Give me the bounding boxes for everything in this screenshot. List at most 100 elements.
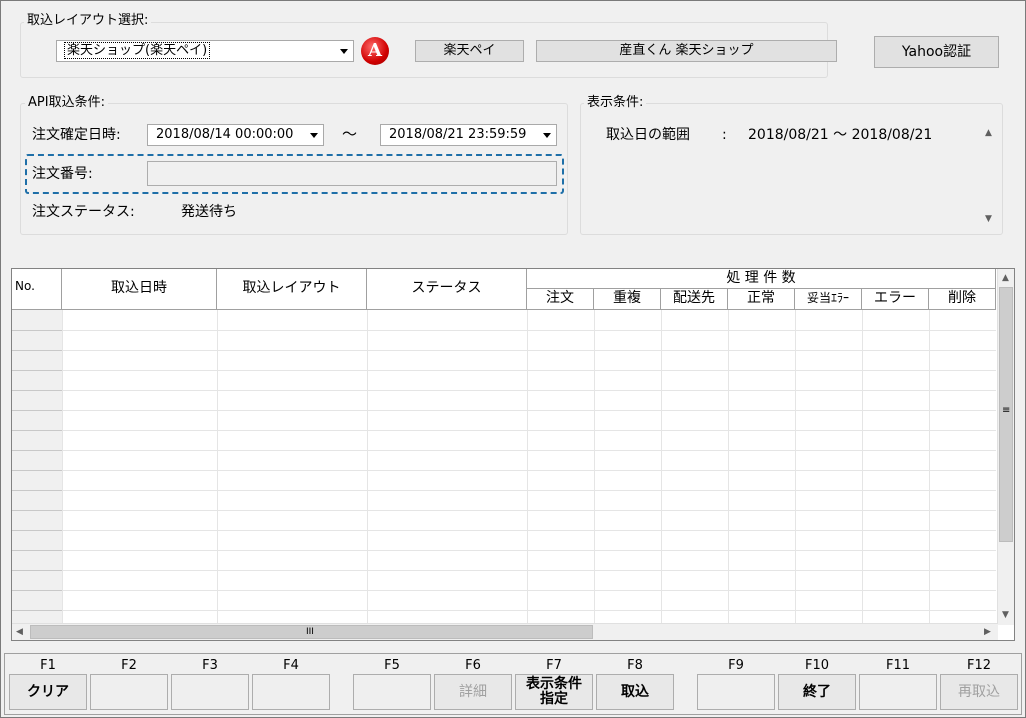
col-header-layout[interactable]: 取込レイアウト: [217, 269, 367, 310]
yahoo-auth-button[interactable]: Yahoo認証: [874, 36, 999, 68]
table-row: [12, 490, 996, 491]
col-header-delete-label: 削除: [948, 290, 976, 306]
fkey-label-f10: F10: [804, 658, 830, 673]
table-row: [12, 350, 996, 351]
row-header-line: [12, 330, 62, 331]
fkey-button-f3[interactable]: [171, 674, 249, 710]
chevron-down-icon[interactable]: [340, 49, 348, 54]
date-to-value: 2018/08/21 23:59:59: [389, 127, 527, 142]
fkey-button-f10[interactable]: 終了: [778, 674, 856, 710]
row-header-line: [12, 430, 62, 431]
fkey-button-f8[interactable]: 取込: [596, 674, 674, 710]
import-range-value: 2018/08/21 〜 2018/08/21: [748, 127, 933, 143]
scroll-up-icon[interactable]: ▲: [985, 128, 992, 138]
col-header-destination-label: 配送先: [673, 290, 715, 306]
vertical-scroll-thumb[interactable]: ≡: [999, 287, 1013, 542]
row-header-line: [12, 470, 62, 471]
grid-column-line: [929, 310, 930, 625]
order-status-value: 発送待ち: [181, 204, 237, 220]
shop-button[interactable]: 産直くん 楽天ショップ: [536, 40, 837, 62]
row-header-line: [12, 570, 62, 571]
fkey-button-f9[interactable]: [697, 674, 775, 710]
fkey-label-f3: F3: [202, 658, 218, 673]
scroll-right-icon[interactable]: ▶: [984, 627, 991, 637]
col-header-error-label: エラー: [874, 290, 916, 306]
date-from-value: 2018/08/14 00:00:00: [156, 127, 294, 142]
fkey-label-f8: F8: [627, 658, 643, 673]
fkey-button-f7[interactable]: 表示条件 指定: [515, 674, 593, 710]
date-to-combo[interactable]: 2018/08/21 23:59:59: [380, 124, 557, 146]
fkey-button-f5[interactable]: [353, 674, 431, 710]
row-header-line: [12, 390, 62, 391]
scroll-up-icon[interactable]: ▲: [1002, 273, 1009, 283]
col-header-process-count-label: 処 理 件 数: [726, 270, 796, 286]
import-history-grid[interactable]: No. 取込日時 取込レイアウト ステータス 処 理 件 数 注文 重複 配送先…: [11, 268, 1015, 641]
table-row: [12, 370, 996, 371]
chevron-down-icon[interactable]: [310, 133, 318, 138]
grid-horizontal-scrollbar[interactable]: ◀ III ▶: [12, 623, 998, 640]
chevron-down-icon[interactable]: [543, 133, 551, 138]
table-row: [12, 450, 996, 451]
col-header-no-label: No.: [15, 279, 35, 293]
fkey-label-f1: F1: [40, 658, 56, 673]
col-header-validity-error[interactable]: 妥当ｴﾗｰ: [795, 289, 862, 310]
layout-select-label: 取込レイアウト選択:: [24, 13, 152, 29]
table-row: [12, 390, 996, 391]
layout-select-value: 楽天ショップ(楽天ペイ): [63, 42, 211, 59]
fkey-button-label: 表示条件 指定: [526, 676, 582, 707]
order-no-input[interactable]: [147, 161, 557, 186]
grid-vertical-scrollbar[interactable]: ▲ ≡ ▼: [997, 269, 1014, 625]
fkey-button-f4[interactable]: [252, 674, 330, 710]
rakuten-pay-button[interactable]: 楽天ペイ: [415, 40, 524, 62]
row-header-line: [12, 550, 62, 551]
grid-column-line: [367, 310, 368, 625]
col-header-order[interactable]: 注文: [527, 289, 594, 310]
fkey-label-f6: F6: [465, 658, 481, 673]
col-header-delete[interactable]: 削除: [929, 289, 996, 310]
layout-select-combo[interactable]: 楽天ショップ(楽天ペイ): [56, 40, 354, 62]
display-conditions-scrollbar[interactable]: ▲ ▼: [982, 122, 996, 228]
fkey-button-f12[interactable]: 再取込: [940, 674, 1018, 710]
col-header-error[interactable]: エラー: [862, 289, 929, 310]
date-from-combo[interactable]: 2018/08/14 00:00:00: [147, 124, 324, 146]
fkey-button-label: 終了: [803, 683, 831, 700]
col-header-duplicate[interactable]: 重複: [594, 289, 661, 310]
col-header-destination[interactable]: 配送先: [661, 289, 728, 310]
table-row: [12, 610, 996, 611]
api-conditions-label: API取込条件:: [25, 95, 108, 111]
fkey-button-f11[interactable]: [859, 674, 937, 710]
col-header-datetime[interactable]: 取込日時: [62, 269, 217, 310]
scroll-down-icon[interactable]: ▼: [1002, 610, 1009, 620]
col-header-status-label: ステータス: [411, 280, 482, 296]
fkey-button-f1[interactable]: クリア: [9, 674, 87, 710]
fkey-button-label: 再取込: [958, 683, 1000, 700]
fkey-button-f6[interactable]: 詳細: [434, 674, 512, 710]
table-row: [12, 430, 996, 431]
col-header-validity-error-label: 妥当ｴﾗｰ: [806, 291, 849, 305]
horizontal-scroll-thumb[interactable]: III: [30, 625, 593, 639]
fkey-label-f4: F4: [283, 658, 299, 673]
fkey-label-f5: F5: [384, 658, 400, 673]
import-range-colon: :: [722, 127, 727, 143]
row-header-line: [12, 370, 62, 371]
row-header-line: [12, 350, 62, 351]
col-header-order-label: 注文: [546, 290, 574, 306]
fkey-button-f2[interactable]: [90, 674, 168, 710]
col-header-duplicate-label: 重複: [613, 290, 641, 306]
scroll-down-icon[interactable]: ▼: [985, 214, 992, 224]
col-header-no[interactable]: No.: [12, 269, 62, 310]
row-header-line: [12, 450, 62, 451]
scroll-left-icon[interactable]: ◀: [16, 627, 23, 637]
col-header-normal-label: 正常: [747, 290, 775, 306]
fkey-label-f12: F12: [966, 658, 992, 673]
order-no-label: 注文番号:: [32, 166, 93, 182]
row-header-line: [12, 590, 62, 591]
display-conditions-group: [580, 103, 1003, 235]
col-header-status[interactable]: ステータス: [367, 269, 527, 310]
table-row: [12, 510, 996, 511]
grid-column-line: [862, 310, 863, 625]
a-badge-icon[interactable]: A: [361, 37, 389, 65]
grid-column-line: [728, 310, 729, 625]
col-header-normal[interactable]: 正常: [728, 289, 795, 310]
vertical-grip-icon: ≡: [1002, 405, 1011, 416]
